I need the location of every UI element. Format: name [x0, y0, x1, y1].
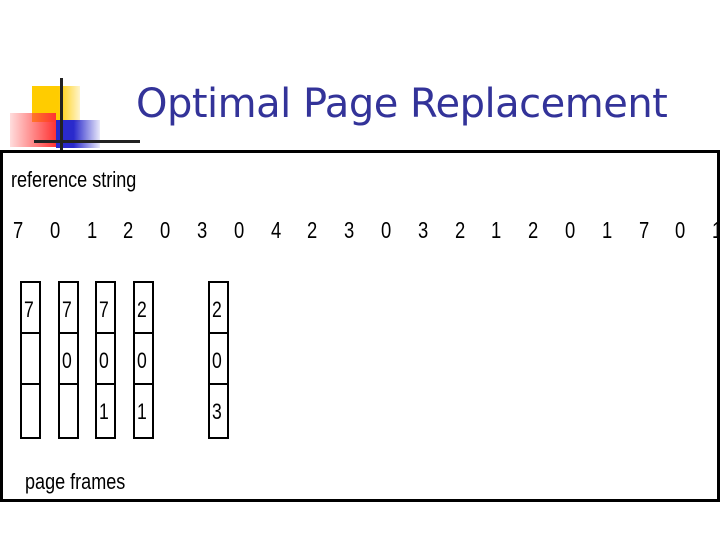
frame-cell: 2 — [210, 283, 227, 334]
frame-cell: 0 — [210, 334, 227, 385]
frame-cell — [60, 385, 77, 436]
reference-number: 3 — [417, 217, 429, 243]
frame-value: 7 — [99, 297, 109, 322]
reference-number: 0 — [233, 217, 245, 243]
frame-value: 7 — [61, 297, 72, 322]
reference-number: 2 — [307, 217, 318, 243]
frame-cell: 7 — [22, 283, 39, 334]
frame-column: 7 — [20, 281, 41, 439]
frame-value: 0 — [61, 348, 72, 373]
frame-value: 1 — [136, 399, 147, 424]
frame-cell — [22, 385, 39, 436]
reference-number: 2 — [123, 217, 134, 243]
reference-number: 0 — [381, 217, 392, 243]
frame-column: 2 0 1 — [132, 281, 154, 439]
frame-value: 0 — [212, 348, 222, 373]
reference-number: 1 — [712, 217, 720, 244]
frame-cell: 0 — [134, 334, 152, 385]
frame-value: 0 — [99, 348, 109, 373]
frame-column: 2 0 3 — [208, 281, 229, 439]
reference-number: 1 — [491, 217, 502, 243]
frame-value: 3 — [212, 399, 222, 424]
reference-number: 0 — [675, 217, 686, 243]
logo-horizontal-line — [34, 140, 140, 143]
frame-cell: 0 — [59, 334, 77, 385]
reference-number: 2 — [528, 217, 539, 243]
frame-value: 0 — [136, 348, 147, 373]
reference-number: 3 — [344, 217, 355, 243]
frame-cell: 0 — [97, 334, 115, 385]
frame-cell: 7 — [97, 283, 115, 334]
frame-value: 2 — [212, 297, 222, 322]
reference-number: 0 — [49, 217, 61, 243]
reference-number: 1 — [86, 217, 97, 243]
frame-value: 2 — [136, 297, 147, 322]
frame-cell: 1 — [135, 385, 152, 436]
frame-value: 1 — [99, 399, 109, 424]
frame-column: 70 — [57, 281, 79, 439]
reference-number: 0 — [565, 217, 576, 243]
reference-number: 0 — [160, 217, 171, 243]
frame-cell — [22, 334, 39, 385]
reference-number: 7 — [13, 217, 24, 243]
reference-number: 7 — [638, 217, 649, 243]
reference-number: 2 — [454, 217, 465, 243]
reference-number: 3 — [197, 217, 208, 243]
frame-column: 7 0 1 — [95, 281, 117, 439]
frame-cell: 2 — [134, 283, 152, 334]
reference-string-row: 70120304230321201701 — [3, 217, 720, 247]
slide-logo-decoration — [0, 70, 140, 160]
frame-value: 7 — [24, 297, 34, 322]
reference-number: 4 — [270, 217, 281, 243]
reference-string-label: reference string — [11, 167, 137, 192]
frame-cell: 1 — [97, 385, 114, 436]
slide-title: Optimal Page Replacement — [136, 81, 668, 127]
frame-cell: 3 — [210, 385, 227, 436]
page-frames-label: page frames — [25, 469, 126, 494]
reference-number: 1 — [601, 217, 613, 243]
frame-cell: 7 — [59, 283, 77, 334]
optimal-replacement-diagram: reference string 70120304230321201701 77… — [0, 150, 720, 502]
